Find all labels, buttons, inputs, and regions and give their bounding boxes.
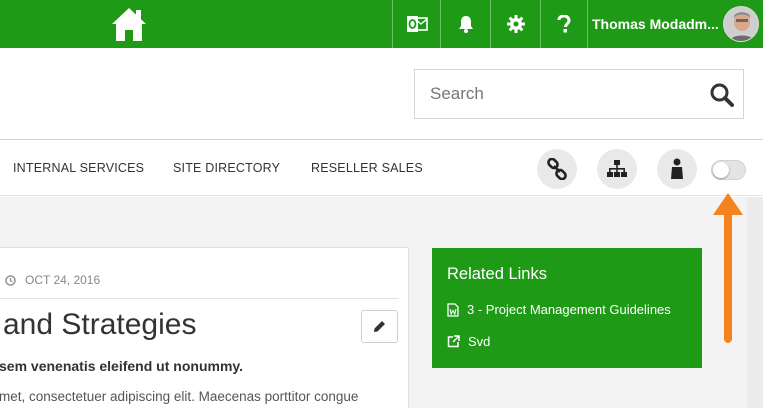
settings-button[interactable] — [490, 0, 540, 48]
home-icon[interactable] — [110, 5, 148, 43]
related-link-label: Svd — [468, 334, 491, 349]
user-menu[interactable]: Thomas Modadm... — [587, 0, 763, 48]
vertical-scrollbar[interactable] — [747, 197, 763, 408]
question-mark-icon — [557, 15, 571, 33]
pencil-icon — [374, 321, 385, 332]
site-structure-button[interactable] — [597, 149, 637, 189]
search-input[interactable] — [415, 84, 685, 104]
external-link-icon — [447, 335, 460, 348]
avatar[interactable] — [723, 6, 759, 42]
nav-item-internal-services[interactable]: INTERNAL SERVICES — [13, 161, 144, 175]
sitemap-icon — [607, 160, 627, 177]
article-date-text: OCT 24, 2016 — [25, 273, 101, 287]
clock-icon — [5, 274, 16, 286]
related-links-heading: Related Links — [447, 265, 547, 283]
person-icon — [671, 158, 683, 179]
links-button[interactable] — [537, 149, 577, 189]
related-link-item[interactable]: 3 - Project Management Guidelines — [447, 302, 671, 317]
gear-icon — [506, 15, 525, 33]
top-navigation: INTERNAL SERVICES SITE DIRECTORY RESELLE… — [0, 140, 763, 196]
related-links-panel: Related Links 3 - Project Management Gui… — [432, 248, 702, 368]
search-icon[interactable] — [709, 82, 735, 108]
nav-item-reseller-sales[interactable]: RESELLER SALES — [311, 161, 423, 175]
nav-item-site-directory[interactable]: SITE DIRECTORY — [173, 161, 280, 175]
view-toggle-switch[interactable] — [711, 160, 746, 180]
top-bar: Thomas Modadm... — [0, 0, 763, 48]
notifications-button[interactable] — [440, 0, 490, 48]
related-link-label: 3 - Project Management Guidelines — [467, 302, 671, 317]
search-box — [414, 69, 744, 119]
help-button[interactable] — [540, 0, 587, 48]
divider — [0, 298, 399, 299]
link-chain-icon — [547, 158, 567, 180]
article-title: and Strategies — [3, 308, 197, 341]
article-date: OCT 24, 2016 — [5, 273, 100, 287]
article-body: met, consectetuer adipiscing elit. Maece… — [0, 389, 359, 404]
annotation-arrow-icon — [713, 193, 743, 343]
related-link-item[interactable]: Svd — [447, 334, 490, 349]
outlook-button[interactable] — [392, 0, 440, 48]
word-document-icon — [447, 302, 459, 317]
article-card: OCT 24, 2016 and Strategies sem venenati… — [0, 247, 409, 408]
outlook-icon — [406, 16, 428, 32]
profile-button[interactable] — [657, 149, 697, 189]
article-subtitle: sem venenatis eleifend ut nonummy. — [0, 358, 244, 374]
edit-button[interactable] — [361, 310, 398, 343]
user-name: Thomas Modadm... — [592, 16, 719, 32]
bell-icon — [458, 16, 473, 33]
toggle-knob — [713, 162, 729, 178]
site-header — [0, 48, 763, 140]
